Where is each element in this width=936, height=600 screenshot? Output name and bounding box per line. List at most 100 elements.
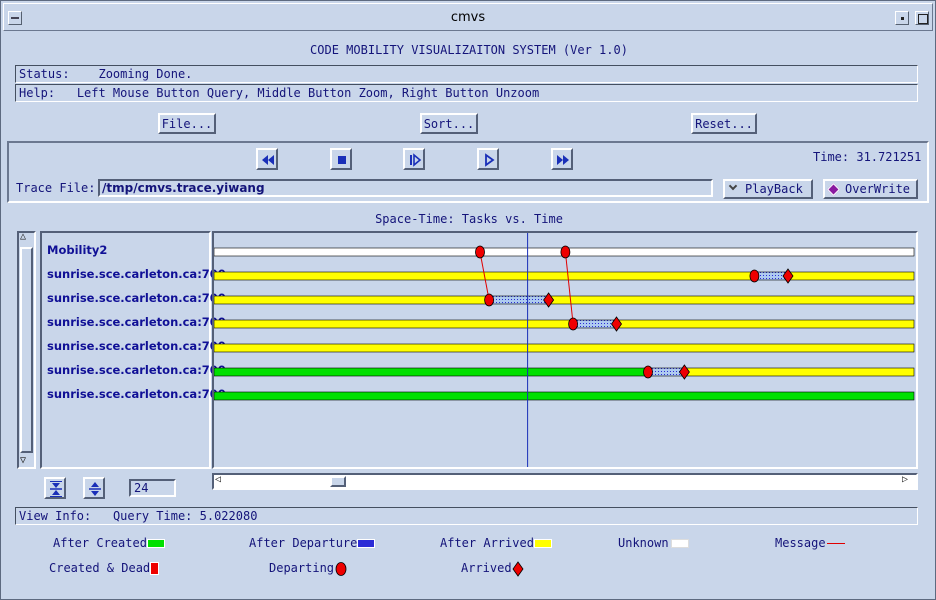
task-name[interactable]: Mobility2: [47, 243, 107, 257]
rewind-icon: [262, 155, 274, 165]
chart-title: Space-Time: Tasks vs. Time: [375, 212, 563, 226]
legend-unknown: Unknown: [618, 536, 669, 550]
legend-after-departure: After Departure: [249, 536, 358, 550]
play-icon: [485, 153, 495, 167]
stop-icon: [338, 156, 346, 164]
legend-swatch-created: [147, 539, 165, 548]
fast-forward-button[interactable]: [551, 148, 573, 170]
task-names-panel: Mobility2 sunrise.sce.carleton.ca:700 sunr…: [40, 231, 226, 469]
view-info-label: View Info:: [19, 509, 92, 523]
task-name[interactable]: sunrise.sce.carleton.ca:700: [47, 267, 226, 281]
rewind-button[interactable]: [256, 148, 278, 170]
task-bar-segment-departure: [488, 295, 549, 305]
task-bar-segment-created: [214, 391, 915, 401]
system-title: CODE MOBILITY VISUALIZAITON SYSTEM (Ver …: [310, 43, 628, 57]
stop-button[interactable]: [330, 148, 352, 170]
scroll-right-icon[interactable]: ▷: [902, 474, 908, 485]
task-name[interactable]: sunrise.sce.carleton.ca:700: [47, 387, 226, 401]
status-label: Status:: [19, 67, 70, 81]
help-value: Left Mouse Button Query, Middle Button Z…: [76, 86, 540, 100]
sort-button[interactable]: Sort...: [420, 113, 478, 134]
playback-toggle-label: PlayBack: [745, 182, 803, 196]
arrived-marker: [611, 316, 622, 332]
legend-after-created: After Created: [53, 536, 147, 550]
trace-file-input[interactable]: /tmp/cmvs.trace.yiwang: [98, 179, 713, 197]
arrived-marker: [782, 268, 794, 284]
legend-created-dead: Created & Dead: [49, 561, 151, 575]
vertical-scrollbar[interactable]: △ ▽: [17, 231, 36, 469]
help-label: Help:: [19, 86, 56, 100]
legend-departing: Departing: [269, 561, 335, 575]
task-bar-segment-arrived: [214, 295, 490, 305]
legend-swatch-message: [827, 543, 845, 544]
task-bar-segment-arrived: [214, 319, 574, 329]
play-button[interactable]: [477, 148, 499, 170]
task-bar-segment-arrived: [548, 295, 915, 305]
view-info-box: View Info: Query Time: 5.022080: [15, 507, 918, 525]
playback-toggle[interactable]: PlayBack: [723, 179, 813, 199]
time-label: Time:: [813, 150, 850, 164]
zoom-out-rows-button[interactable]: [83, 477, 105, 499]
minimize-icon[interactable]: [895, 11, 909, 25]
expand-icon: [89, 482, 101, 496]
task-name[interactable]: sunrise.sce.carleton.ca:700: [47, 363, 226, 377]
scroll-left-icon[interactable]: ◁: [215, 474, 221, 485]
fast-forward-icon: [557, 155, 569, 165]
space-time-chart[interactable]: [214, 233, 916, 467]
task-name[interactable]: sunrise.sce.carleton.ca:700: [47, 291, 226, 305]
horizontal-scroll-thumb[interactable]: [330, 476, 346, 487]
legend-swatch-departure: [357, 539, 375, 548]
task-bar-segment-arrived: [787, 271, 915, 281]
legend-message: Message: [775, 536, 826, 550]
horizontal-scrollbar[interactable]: ◁ ▷: [212, 473, 918, 490]
legend-swatch-arrived: [534, 539, 552, 548]
departing-marker-icon: [335, 562, 347, 576]
title-bar[interactable]: cmvs: [3, 3, 933, 31]
time-value: 31.721251: [856, 150, 922, 164]
compress-icon: [50, 481, 62, 497]
legend-swatch-created-dead: [150, 562, 159, 575]
legend-swatch-unknown: [671, 539, 689, 548]
arrived-marker: [678, 364, 690, 380]
view-info-value: Query Time: 5.022080: [112, 509, 258, 523]
task-bar-segment-departure: [572, 319, 617, 329]
departing-marker: [643, 365, 653, 379]
overwrite-toggle[interactable]: OverWrite: [823, 179, 918, 199]
message-source-marker: [475, 245, 485, 259]
task-name[interactable]: sunrise.sce.carleton.ca:700: [47, 315, 226, 329]
scroll-down-icon[interactable]: ▽: [20, 455, 26, 466]
reset-button[interactable]: Reset...: [691, 113, 757, 134]
trace-file-label: Trace File:: [16, 181, 96, 195]
message-line: [564, 251, 574, 325]
task-bar-segment-arrived: [616, 319, 915, 329]
vertical-scroll-thumb[interactable]: [20, 247, 33, 453]
file-button[interactable]: File...: [158, 113, 216, 134]
status-box: Status: Zooming Done.: [15, 65, 918, 83]
message-source-marker: [560, 245, 571, 259]
overwrite-toggle-label: OverWrite: [845, 182, 911, 196]
scroll-up-icon[interactable]: △: [20, 231, 26, 242]
cmvs-window: cmvs CODE MOBILITY VISUALIZAITON SYSTEM …: [0, 0, 936, 600]
arrived-marker-icon: [512, 561, 524, 577]
task-name[interactable]: sunrise.sce.carleton.ca:700: [47, 339, 226, 353]
legend-arrived: Arrived: [461, 561, 512, 575]
arrived-marker: [543, 292, 555, 308]
help-box: Help: Left Mouse Button Query, Middle Bu…: [15, 84, 918, 102]
zoom-in-rows-button[interactable]: [44, 477, 66, 499]
row-height-input[interactable]: 24: [129, 479, 176, 497]
task-bar-segment-created: [214, 367, 649, 377]
time-readout: Time: 31.721251: [813, 150, 921, 164]
task-bar-segment-arrived: [214, 343, 915, 353]
space-time-plot[interactable]: [212, 231, 918, 469]
departing-marker: [484, 293, 495, 307]
departing-marker: [568, 317, 579, 331]
checkmark-icon: [728, 181, 738, 191]
task-bar-segment-arrived: [684, 367, 915, 377]
maximize-icon[interactable]: [915, 11, 929, 25]
step-icon: [410, 153, 422, 167]
window-title: cmvs: [450, 10, 486, 25]
step-button[interactable]: [403, 148, 425, 170]
radio-diamond-icon: [827, 183, 840, 196]
departing-marker: [749, 269, 760, 283]
legend-after-arrived: After Arrived: [440, 536, 534, 550]
